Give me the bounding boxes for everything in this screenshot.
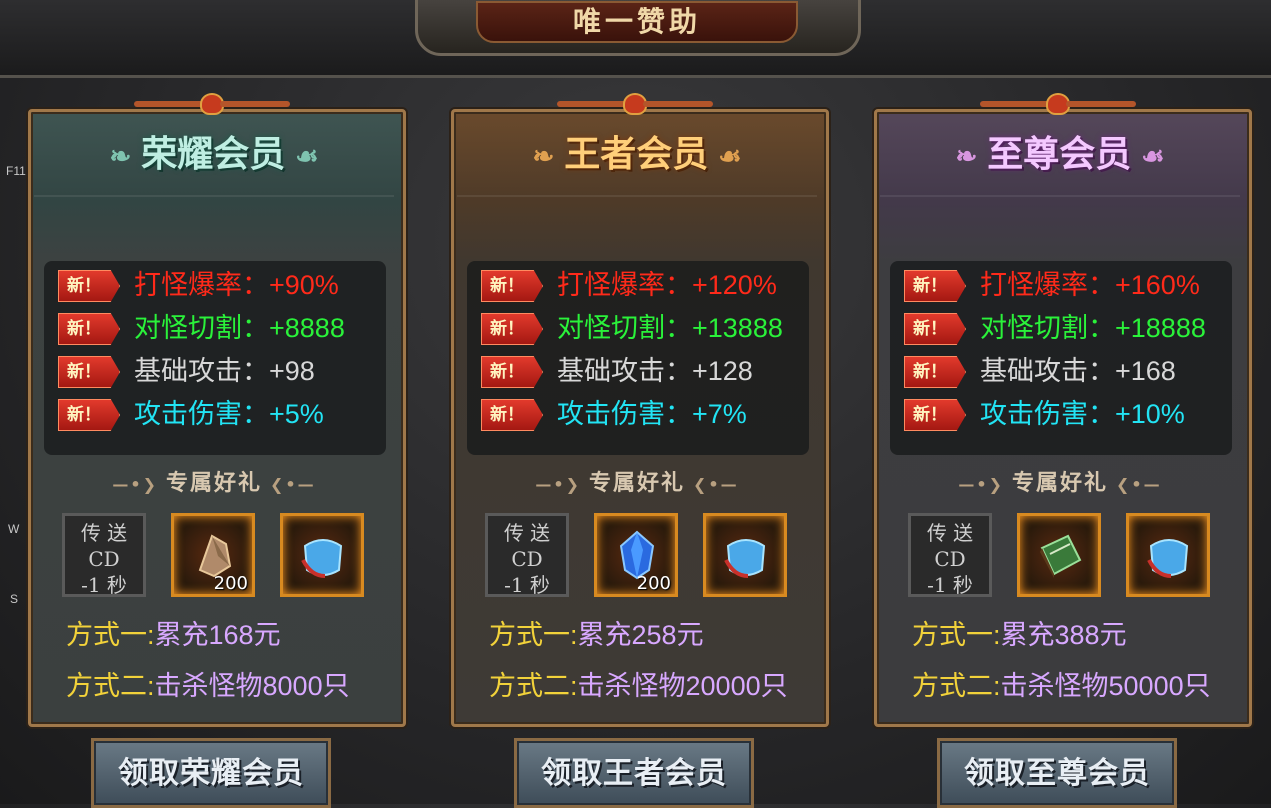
stats-panel: 新！ 打怪爆率：+160% 新！ 对怪切割：+18888 新！ 基础攻击：+16… [890, 261, 1232, 455]
new-badge: 新！ [58, 356, 120, 388]
stat-label: 攻击伤害： [134, 399, 269, 429]
method-one: 方式一:累充388元 [912, 620, 1127, 650]
stat-value: +13888 [692, 313, 783, 343]
method-one: 方式一:累充258元 [489, 620, 704, 650]
divider [880, 195, 1240, 197]
blue-gem-icon[interactable]: 200 [594, 513, 678, 597]
stat-row: 新！ 打怪爆率：+120% [481, 265, 807, 305]
new-badge: 新！ [481, 313, 543, 345]
new-badge: 新！ [904, 399, 966, 431]
blue-crystal-scroll-icon[interactable] [280, 513, 364, 597]
stat-row: 新！ 基础攻击：+168 [904, 351, 1230, 391]
title-plate: 唯一赞助 [415, 0, 861, 56]
stat-value: +8888 [269, 313, 345, 343]
stat-value: +5% [269, 399, 324, 429]
stat-row: 新！ 打怪爆率：+160% [904, 265, 1230, 305]
gift-section-title: —•❯ 专属好礼 ❮•— [535, 471, 739, 496]
tier-title: ❧ 荣耀会员 ☙ [28, 123, 400, 185]
stat-value: +7% [692, 399, 747, 429]
stat-value: +128 [692, 356, 753, 386]
top-bar: 唯一赞助 [0, 0, 1271, 78]
new-badge: 新！ [481, 399, 543, 431]
stat-row: 新！ 基础攻击：+128 [481, 351, 807, 391]
stat-label: 基础攻击： [557, 356, 692, 386]
method-two: 方式二:击杀怪物8000只 [66, 671, 350, 701]
stat-row: 新！ 攻击伤害：+7% [481, 394, 807, 434]
stat-label: 基础攻击： [980, 356, 1115, 386]
stat-label: 攻击伤害： [557, 399, 692, 429]
stat-row: 新！ 攻击伤害：+10% [904, 394, 1230, 434]
scroll-ornament-icon: ☙ [1141, 142, 1165, 172]
tier-card-honor: ❧ 荣耀会员 ☙ 新！ 打怪爆率：+90% 新！ 对怪切割：+8888 新！ 基础攻… [14, 93, 410, 727]
divider [34, 195, 394, 197]
claim-supreme-button[interactable]: 领取至尊会员 [937, 738, 1177, 808]
tier-name: 王者会员 [564, 133, 709, 175]
new-badge: 新！ [904, 313, 966, 345]
crest-ornament [557, 93, 713, 115]
teleport-cd-icon[interactable]: 传 送 CD -1 秒 [485, 513, 569, 597]
stat-value: +90% [269, 270, 339, 300]
gift-section-title: —•❯ 专属好礼 ❮•— [112, 471, 316, 496]
new-badge: 新！ [481, 356, 543, 388]
tier-title: ❧ 至尊会员 ☙ [874, 123, 1246, 185]
green-book-icon[interactable] [1017, 513, 1101, 597]
scroll-ornament-icon: ❧ [532, 142, 555, 172]
stat-label: 基础攻击： [134, 356, 269, 386]
stat-row: 新！ 对怪切割：+13888 [481, 308, 807, 348]
stat-value: +120% [692, 270, 777, 300]
tier-name: 荣耀会员 [141, 133, 286, 175]
scroll-ornament-icon: ☙ [295, 142, 319, 172]
stats-panel: 新！ 打怪爆率：+90% 新！ 对怪切割：+8888 新！ 基础攻击：+98 新… [44, 261, 386, 455]
stats-panel: 新！ 打怪爆率：+120% 新！ 对怪切割：+13888 新！ 基础攻击：+12… [467, 261, 809, 455]
new-badge: 新！ [58, 399, 120, 431]
new-badge: 新！ [481, 270, 543, 302]
new-badge: 新！ [904, 270, 966, 302]
new-badge: 新！ [58, 313, 120, 345]
new-badge: 新！ [904, 356, 966, 388]
teleport-cd-icon[interactable]: 传 送 CD -1 秒 [62, 513, 146, 597]
stat-value: +98 [269, 356, 315, 386]
blue-crystal-scroll-icon[interactable] [703, 513, 787, 597]
item-quantity: 200 [213, 573, 248, 594]
stat-label: 打怪爆率： [134, 270, 269, 300]
new-badge: 新！ [58, 270, 120, 302]
tier-title: ❧ 王者会员 ☙ [451, 123, 823, 185]
item-quantity: 200 [636, 573, 671, 594]
stat-value: +10% [1115, 399, 1185, 429]
stat-value: +160% [1115, 270, 1200, 300]
scroll-ornament-icon: ☙ [718, 142, 742, 172]
stat-row: 新！ 对怪切割：+18888 [904, 308, 1230, 348]
claim-honor-button[interactable]: 领取荣耀会员 [91, 738, 331, 808]
method-one: 方式一:累充168元 [66, 620, 281, 650]
method-two: 方式二:击杀怪物50000只 [912, 671, 1211, 701]
stat-label: 对怪切割： [134, 313, 269, 343]
stat-row: 新！ 攻击伤害：+5% [58, 394, 384, 434]
scroll-ornament-icon: ❧ [109, 142, 132, 172]
stat-label: 打怪爆率： [557, 270, 692, 300]
teleport-cd-icon[interactable]: 传 送 CD -1 秒 [908, 513, 992, 597]
tier-name: 至尊会员 [987, 133, 1132, 175]
stat-row: 新！ 基础攻击：+98 [58, 351, 384, 391]
stat-value: +18888 [1115, 313, 1206, 343]
page-title: 唯一赞助 [476, 1, 798, 43]
method-two: 方式二:击杀怪物20000只 [489, 671, 788, 701]
stat-row: 新！ 对怪切割：+8888 [58, 308, 384, 348]
stat-value: +168 [1115, 356, 1176, 386]
stat-label: 对怪切割： [980, 313, 1115, 343]
gift-section-title: —•❯ 专属好礼 ❮•— [958, 471, 1162, 496]
stat-row: 新！ 打怪爆率：+90% [58, 265, 384, 305]
ore-item-icon[interactable]: 200 [171, 513, 255, 597]
tier-card-king: ❧ 王者会员 ☙ 新！ 打怪爆率：+120% 新！ 对怪切割：+13888 新！ 基… [437, 93, 833, 727]
scroll-ornament-icon: ❧ [955, 142, 978, 172]
divider [457, 195, 817, 197]
claim-king-button[interactable]: 领取王者会员 [514, 738, 754, 808]
blue-crystal-scroll-icon[interactable] [1126, 513, 1210, 597]
crest-ornament [980, 93, 1136, 115]
stat-label: 攻击伤害： [980, 399, 1115, 429]
crest-ornament [134, 93, 290, 115]
tier-card-supreme: ❧ 至尊会员 ☙ 新！ 打怪爆率：+160% 新！ 对怪切割：+18888 新！ 基… [860, 93, 1256, 727]
stat-label: 打怪爆率： [980, 270, 1115, 300]
stat-label: 对怪切割： [557, 313, 692, 343]
